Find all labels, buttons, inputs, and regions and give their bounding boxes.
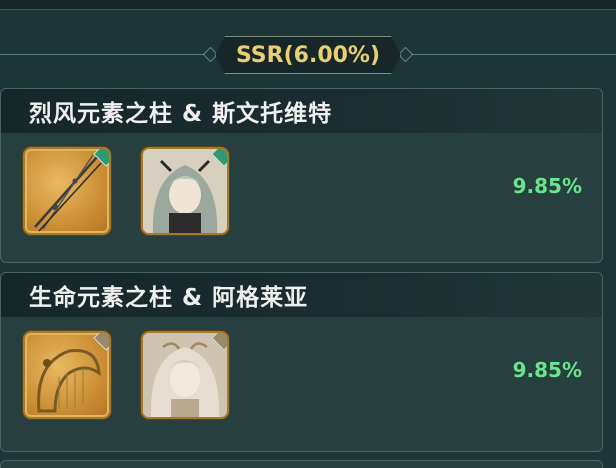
spear-artwork (34, 154, 102, 232)
portrait-artwork (143, 333, 227, 417)
pool-title: 烈风元素之柱 & 斯文托维特 (29, 101, 333, 127)
character-portrait-icon[interactable] (141, 331, 229, 419)
pool-card-2: 生命元素之柱 & 阿格莱亚 9.85% (0, 272, 603, 452)
pool-title: 生命元素之柱 & 阿格莱亚 (29, 285, 309, 311)
pool-card-3-partial (0, 460, 603, 468)
pool-title-bar: 烈风元素之柱 & 斯文托维特 (1, 89, 602, 133)
tier-badge: SSR(6.00%) (215, 36, 401, 74)
drop-rate: 9.85% (512, 174, 582, 198)
divider-line-left (0, 54, 212, 55)
tier-header: SSR(6.00%) (0, 30, 616, 80)
character-portrait-icon[interactable] (141, 147, 229, 235)
pool-card-body: 9.85% (1, 133, 602, 242)
pool-card-body: 9.85% (1, 317, 602, 426)
spear-weapon-icon[interactable] (23, 147, 111, 235)
divider-line-right (404, 54, 616, 55)
harp-artwork (37, 348, 101, 413)
portrait-artwork (143, 149, 227, 233)
top-panel-edge (0, 0, 616, 10)
pool-title-bar: 生命元素之柱 & 阿格莱亚 (1, 273, 602, 317)
harp-weapon-icon[interactable] (23, 331, 111, 419)
pool-card-1: 烈风元素之柱 & 斯文托维特 9.85% (0, 88, 603, 263)
tier-label: SSR(6.00%) (235, 42, 381, 68)
drop-rate: 9.85% (512, 358, 582, 382)
